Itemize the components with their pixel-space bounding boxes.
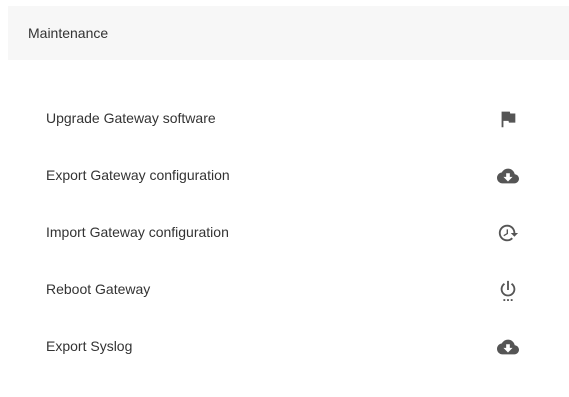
upgrade-gateway-software-item[interactable]: Upgrade Gateway software xyxy=(8,91,569,148)
panel-header: Maintenance xyxy=(8,6,569,60)
cloud-download-icon[interactable] xyxy=(496,335,520,359)
export-syslog-item[interactable]: Export Syslog xyxy=(8,319,569,376)
import-gateway-configuration-item[interactable]: Import Gateway configuration xyxy=(8,205,569,262)
action-label: Reboot Gateway xyxy=(46,281,151,297)
power-settings-icon[interactable] xyxy=(496,278,520,302)
flag-icon[interactable] xyxy=(496,107,520,131)
restore-icon[interactable] xyxy=(496,221,520,245)
export-gateway-configuration-item[interactable]: Export Gateway configuration xyxy=(8,148,569,205)
action-label: Import Gateway configuration xyxy=(46,224,229,240)
action-label: Export Gateway configuration xyxy=(46,167,230,183)
action-label: Upgrade Gateway software xyxy=(46,110,216,126)
reboot-gateway-item[interactable]: Reboot Gateway xyxy=(8,262,569,319)
action-label: Export Syslog xyxy=(46,338,133,354)
maintenance-panel: Maintenance Upgrade Gateway software Exp… xyxy=(8,6,569,397)
panel-title: Maintenance xyxy=(28,25,109,41)
maintenance-action-list: Upgrade Gateway software Export Gateway … xyxy=(8,91,569,376)
cloud-download-icon[interactable] xyxy=(496,164,520,188)
